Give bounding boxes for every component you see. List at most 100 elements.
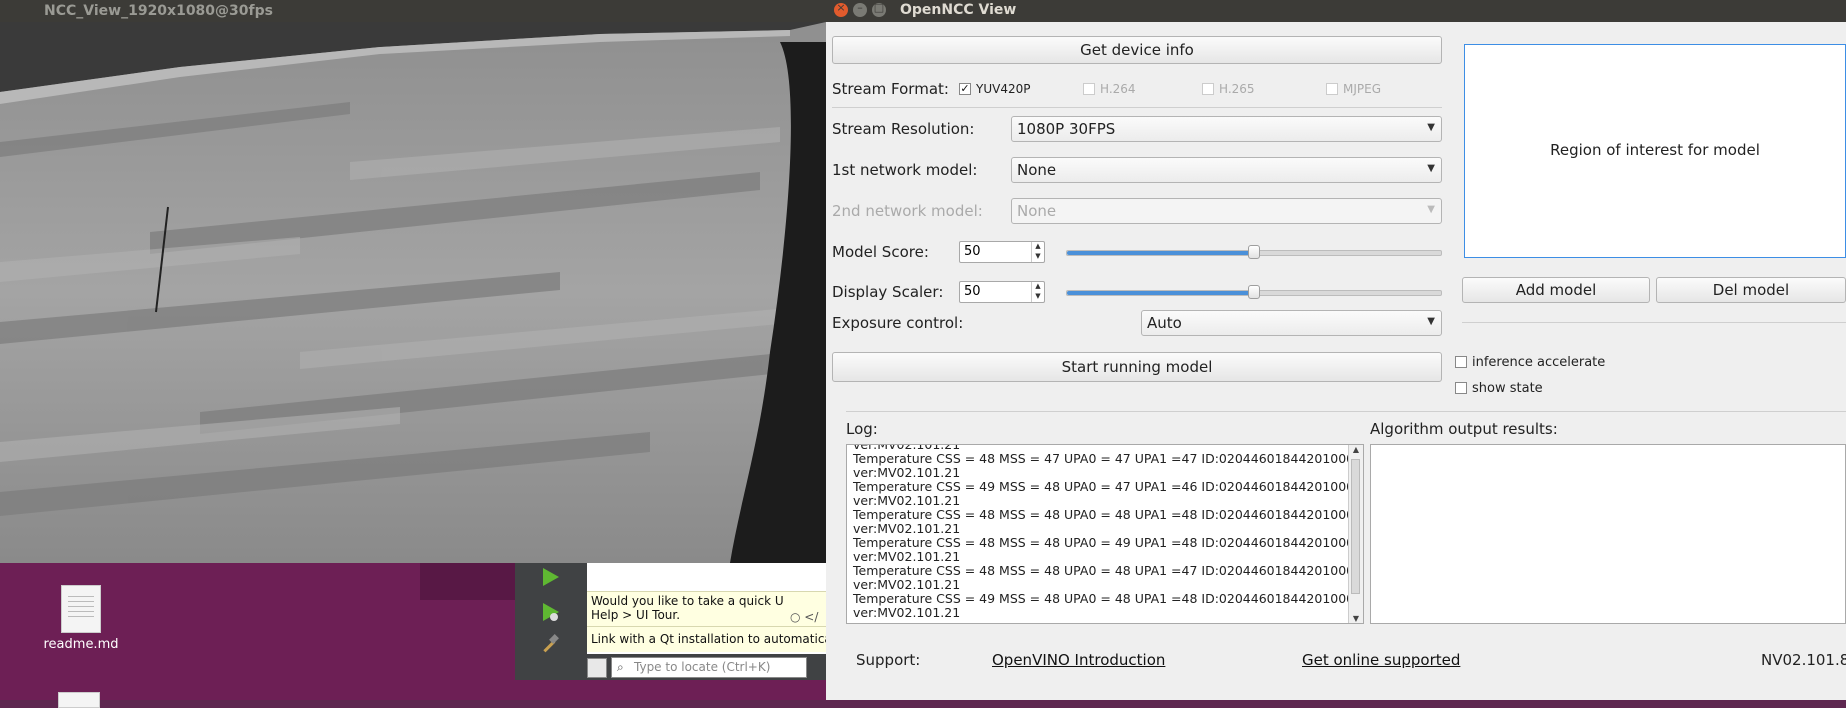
log-line: Temperature CSS = 48 MSS = 48 UPA0 = 49 … <box>853 535 1363 550</box>
log-line: ver:MV02.101.21 <box>853 549 961 564</box>
log-line: ver:MV02.101.21 <box>853 605 961 620</box>
text-file-icon <box>61 585 101 633</box>
log-line: ver:MV02.101.21 <box>853 521 961 536</box>
first-model-label: 1st network model: <box>832 161 978 179</box>
close-icon: × <box>836 1 846 14</box>
get-device-info-button[interactable]: Get device info <box>832 36 1442 64</box>
inference-accelerate-checkbox[interactable] <box>1455 356 1467 368</box>
second-model-label: 2nd network model: <box>832 202 983 220</box>
qt-status-bar: ⌕ Type to locate (Ctrl+K) <box>587 655 826 680</box>
qt-editor-top <box>587 563 777 592</box>
add-model-button[interactable]: Add model <box>1462 277 1650 303</box>
roi-text: Region of interest for model <box>1550 141 1760 159</box>
display-scaler-label: Display Scaler: <box>832 283 944 301</box>
h264-label: H.264 <box>1100 82 1136 96</box>
model-score-slider[interactable] <box>1066 245 1442 259</box>
mjpeg-checkbox[interactable] <box>1326 83 1338 95</box>
exposure-control-value: Auto <box>1147 314 1182 332</box>
h265-label: H.265 <box>1219 82 1255 96</box>
display-scaler-slider[interactable] <box>1066 285 1442 299</box>
stream-resolution-label: Stream Resolution: <box>832 120 975 138</box>
run-icon[interactable] <box>539 566 561 588</box>
openncc-view-window: × – □ OpenNCC View Get device info Strea… <box>826 0 1846 700</box>
slider-fill <box>1067 291 1254 295</box>
maximize-window-button[interactable]: □ <box>872 1 886 17</box>
slider-fill <box>1067 251 1254 255</box>
spin-down-icon[interactable]: ▼ <box>1031 252 1044 262</box>
chevron-down-icon: ▼ <box>1427 316 1435 327</box>
version-label: NV02.101.8 <box>1761 651 1846 669</box>
minimize-icon: – <box>857 1 863 14</box>
spin-up-icon[interactable]: ▲ <box>1031 242 1044 252</box>
scroll-down-icon[interactable]: ▼ <box>1349 614 1363 623</box>
first-model-value: None <box>1017 161 1057 179</box>
log-line: Temperature CSS = 48 MSS = 47 UPA0 = 47 … <box>853 451 1363 466</box>
tooltip-line: Would you like to take a quick U <box>591 594 784 608</box>
desktop-file-readme[interactable]: readme.md <box>38 585 124 652</box>
chevron-down-icon: ▼ <box>1427 163 1435 174</box>
mjpeg-label: MJPEG <box>1343 82 1382 96</box>
log-line: Temperature CSS = 48 MSS = 48 UPA0 = 48 … <box>853 563 1363 578</box>
h265-checkbox[interactable] <box>1202 83 1214 95</box>
show-state-checkbox[interactable] <box>1455 382 1467 394</box>
openncc-titlebar[interactable]: × – □ OpenNCC View <box>826 0 1846 22</box>
log-text-area[interactable]: ver:MV02.101.21 Temperature CSS = 49 MSS … <box>846 444 1364 624</box>
yuv420p-checkbox[interactable]: ✓ <box>959 83 971 95</box>
divider <box>832 107 1442 108</box>
log-line: Temperature CSS = 49 MSS = 48 UPA0 = 48 … <box>853 591 1363 606</box>
check-icon: ✓ <box>960 82 970 95</box>
divider <box>1462 322 1846 323</box>
model-score-value: 50 <box>964 244 981 259</box>
camera-view-window: NCC_View_1920x1080@30fps <box>0 0 826 563</box>
h264-checkbox[interactable] <box>1083 83 1095 95</box>
inference-accelerate-label: inference accelerate <box>1472 355 1606 370</box>
second-model-value: None <box>1017 202 1057 220</box>
model-score-label: Model Score: <box>832 243 929 261</box>
stream-resolution-select[interactable]: 1080P 30FPS ▼ <box>1011 116 1442 142</box>
text-file-icon[interactable] <box>58 692 100 708</box>
tooltip-divider <box>587 626 826 627</box>
slider-handle[interactable] <box>1248 285 1260 299</box>
get-online-supported-link[interactable]: Get online supported <box>1302 651 1460 669</box>
display-scaler-value: 50 <box>964 284 981 299</box>
second-model-select[interactable]: None ▼ <box>1011 198 1442 224</box>
support-label: Support: <box>856 651 921 669</box>
openvino-introduction-link[interactable]: OpenVINO Introduction <box>992 651 1165 669</box>
locate-input[interactable]: ⌕ Type to locate (Ctrl+K) <box>611 657 807 678</box>
algorithm-output-area[interactable] <box>1370 444 1846 624</box>
camera-window-titlebar[interactable]: NCC_View_1920x1080@30fps <box>0 0 826 22</box>
show-state-label: show state <box>1472 381 1543 396</box>
log-line: ver:MV02.101.21 <box>853 465 961 480</box>
locate-placeholder: Type to locate (Ctrl+K) <box>634 660 771 674</box>
chevron-down-icon: ▼ <box>1427 122 1435 133</box>
exposure-control-select[interactable]: Auto ▼ <box>1141 310 1442 336</box>
log-line: Temperature CSS = 48 MSS = 48 UPA0 = 48 … <box>853 507 1363 522</box>
scroll-up-icon[interactable]: ▲ <box>1349 445 1363 454</box>
sidebar-toggle-icon[interactable] <box>587 658 607 678</box>
maximize-icon: □ <box>873 1 885 14</box>
exposure-control-label: Exposure control: <box>832 314 964 332</box>
close-window-button[interactable]: × <box>834 1 848 17</box>
first-model-select[interactable]: None ▼ <box>1011 157 1442 183</box>
yuv420p-label: YUV420P <box>976 82 1031 96</box>
log-scrollbar[interactable]: ▲ ▼ <box>1348 445 1363 623</box>
region-of-interest-area[interactable]: Region of interest for model <box>1464 44 1846 258</box>
qt-creator-window: Would you like to take a quick U Help > … <box>515 563 832 680</box>
minimize-window-button[interactable]: – <box>853 1 867 17</box>
tooltip-line: Link with a Qt installation to automatic… <box>591 632 832 646</box>
model-score-spinbox[interactable]: 50 ▲ ▼ <box>959 241 1045 263</box>
debug-run-icon[interactable] <box>539 601 561 623</box>
spin-down-icon[interactable]: ▼ <box>1031 292 1044 302</box>
camera-feed-image <box>0 22 826 563</box>
camera-video-frame <box>0 22 826 563</box>
spin-up-icon[interactable]: ▲ <box>1031 282 1044 292</box>
divider <box>846 411 1846 412</box>
display-scaler-spinbox[interactable]: 50 ▲ ▼ <box>959 281 1045 303</box>
build-hammer-icon[interactable] <box>539 633 561 655</box>
slider-handle[interactable] <box>1248 245 1260 259</box>
del-model-button[interactable]: Del model <box>1656 277 1846 303</box>
tooltip-line: Help > UI Tour. <box>591 608 681 622</box>
start-running-model-button[interactable]: Start running model <box>832 352 1442 382</box>
log-line: ver:MV02.101.21 <box>853 577 961 592</box>
scrollbar-thumb[interactable] <box>1351 459 1360 594</box>
